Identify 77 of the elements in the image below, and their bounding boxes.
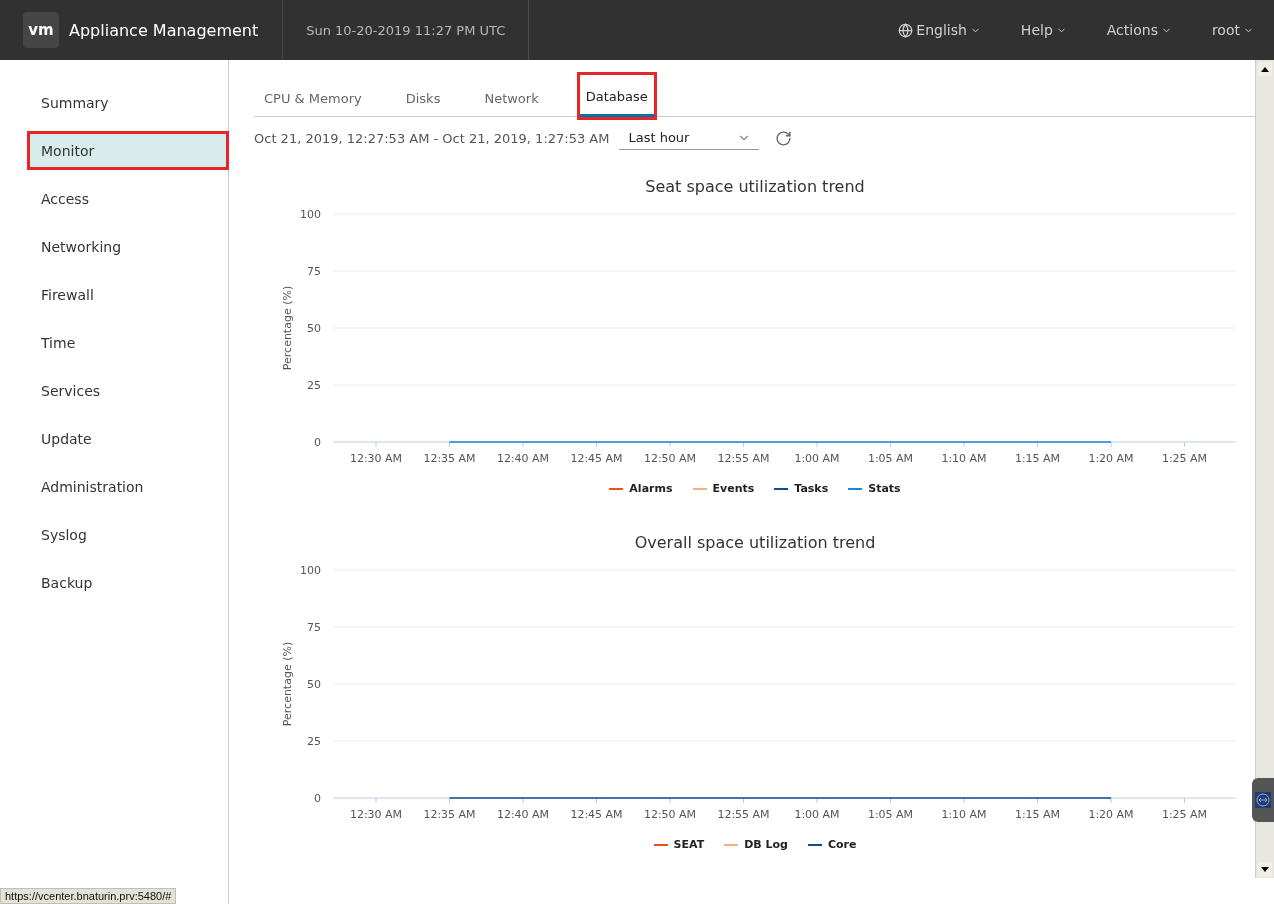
refresh-icon[interactable] [775,129,793,147]
legend-item[interactable]: Tasks [774,482,829,495]
sidebar-item[interactable]: Update [28,420,228,457]
legend-item[interactable]: Core [807,838,857,851]
sidebar-item[interactable]: Backup [28,564,228,601]
x-tick-label: 1:20 AM [1087,808,1134,821]
scrollbar[interactable] [1255,60,1274,878]
legend-item[interactable]: Events [692,482,755,495]
sidebar-item[interactable]: Firewall [28,276,228,313]
sidebar-item[interactable]: Services [28,372,228,409]
y-tick-label: 50 [306,322,321,335]
y-tick-label: 25 [306,735,321,748]
x-tick-label: 1:15 AM [1014,808,1060,821]
status-url: https://vcenter.bnaturin.prv:5480/# [0,888,177,904]
x-tick-label: 12:45 AM [569,808,623,821]
y-tick-label: 0 [313,436,321,449]
y-tick-label: 0 [313,792,321,805]
y-tick-label: 75 [306,621,321,634]
down-arrow-icon[interactable] [1261,866,1269,872]
x-tick-label: 1:10 AM [940,452,987,465]
x-tick-label: 12:50 AM [643,808,696,821]
y-tick-label: 100 [299,208,321,221]
datetime: Sun 10-20-2019 11:27 PM UTC [283,0,530,60]
x-tick-label: 1:20 AM [1087,452,1134,465]
side-widget[interactable] [1252,778,1274,822]
sidebar-item[interactable]: Access [28,180,228,217]
header-menu[interactable]: Help [1020,22,1067,38]
x-tick-label: 12:50 AM [643,452,696,465]
x-tick-label: 12:45 AM [569,452,623,465]
legend-item[interactable]: Stats [848,482,901,495]
x-tick-label: 12:30 AM [349,452,402,465]
x-tick-label: 12:55 AM [716,452,770,465]
x-tick-label: 1:05 AM [867,808,913,821]
globe-icon [898,22,914,38]
chart-title: Seat space utilization trend [645,177,865,196]
sidebar-item[interactable]: Summary [28,84,228,121]
tab[interactable]: Database [576,72,657,120]
period-select[interactable]: Last hour [619,126,760,150]
app-title: Appliance Management [69,0,284,60]
y-tick-label: 25 [306,379,321,392]
x-tick-label: 12:55 AM [716,808,770,821]
header-menu[interactable]: root [1211,22,1254,38]
sidebar-item[interactable]: Time [28,324,228,361]
tab[interactable]: Network [478,80,545,116]
x-tick-label: 1:00 AM [793,808,840,821]
time-range: Oct 21, 2019, 12:27:53 AM - Oct 21, 2019, 1:27:53 AM [254,130,610,146]
y-tick-label: 100 [299,564,321,577]
x-tick-label: 1:10 AM [940,808,987,821]
tab[interactable]: Disks [399,80,447,116]
header-menu[interactable]: Actions [1106,22,1172,38]
header-menu[interactable]: English [898,22,981,38]
legend-item[interactable]: DB Log [724,838,788,851]
up-arrow-icon[interactable] [1261,66,1269,72]
x-tick-label: 12:40 AM [496,808,549,821]
sidebar-item[interactable]: Administration [28,468,228,505]
x-tick-label: 1:15 AM [1014,452,1060,465]
x-tick-label: 12:35 AM [422,452,476,465]
y-tick-label: 50 [306,678,321,691]
double-arrow-icon [1255,792,1271,808]
x-tick-label: 1:25 AM [1161,808,1207,821]
x-tick-label: 12:35 AM [422,808,476,821]
tab[interactable]: CPU & Memory [258,80,368,116]
sidebar-item[interactable]: Networking [28,228,228,265]
y-axis-label: Percentage (%) [280,285,294,371]
y-axis-label: Percentage (%) [280,641,294,727]
legend-item[interactable]: Alarms [609,482,673,495]
legend-item[interactable]: SEAT [653,838,705,851]
sidebar-item[interactable]: Syslog [28,516,228,553]
x-tick-label: 1:05 AM [867,452,913,465]
x-tick-label: 1:00 AM [793,452,840,465]
x-tick-label: 12:30 AM [349,808,402,821]
x-tick-label: 12:40 AM [496,452,549,465]
sidebar-item[interactable]: Monitor [28,132,228,169]
y-tick-label: 75 [306,265,321,278]
logo: vm [23,12,59,48]
chart-title: Overall space utilization trend [634,533,876,552]
x-tick-label: 1:25 AM [1161,452,1207,465]
